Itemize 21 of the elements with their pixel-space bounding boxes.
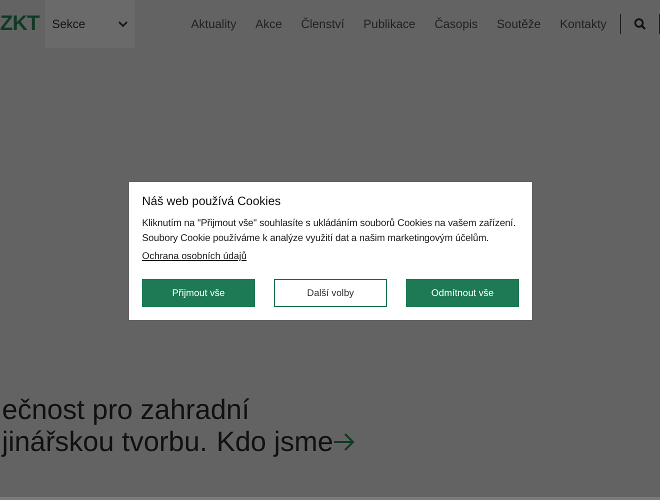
arrow-right-icon[interactable] (333, 433, 356, 451)
dialog-text: Kliknutím na "Přijmout vše" souhlasíte s ukládáním souborů Cookies na vašem zařízení. Soubory Cookie používáme k analýze využití dat a našim marketingovým účelům. (142, 217, 517, 246)
dialog-title: Náš web používá Cookies (142, 194, 282, 208)
hero-heading: jinářskou tvorbu. (2, 426, 208, 458)
search-icon[interactable] (634, 18, 646, 30)
chevron-down-icon (118, 20, 128, 28)
nav-link[interactable]: Kontakty (560, 17, 607, 31)
privacy-link[interactable]: Ochrana osobních údajů (142, 251, 247, 262)
consent-button[interactable]: Další volby (274, 279, 387, 307)
nav-link[interactable]: Aktuality (191, 17, 236, 31)
about-link[interactable]: Kdo jsme (216, 426, 334, 458)
nav-link[interactable]: Časopis (434, 17, 478, 31)
section-select[interactable]: Sekce (45, 0, 135, 48)
nav-link[interactable]: Soutěže (496, 17, 541, 31)
nav-link[interactable]: Publikace (363, 17, 416, 31)
hero-heading: ečnost pro zahradní (2, 394, 250, 426)
nav-link[interactable]: Členství (301, 17, 344, 31)
site-logo[interactable]: ZKT (0, 12, 45, 36)
nav-link[interactable]: Akce (255, 17, 282, 31)
consent-button[interactable]: Přijmout vše (142, 279, 255, 307)
consent-button[interactable]: Odmítnout vše (406, 279, 519, 307)
